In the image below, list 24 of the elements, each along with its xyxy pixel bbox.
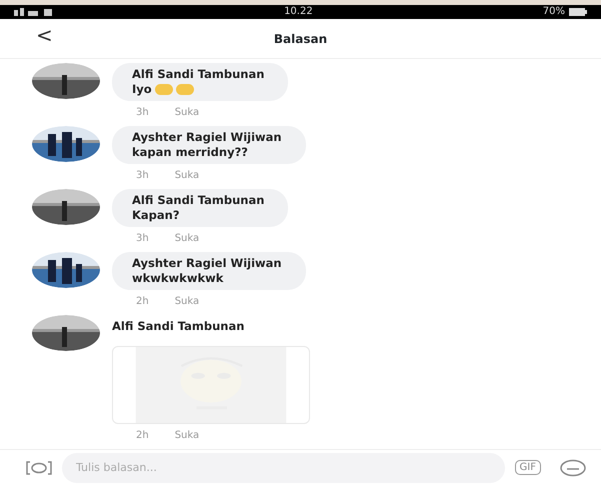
comment-time: 3h (136, 106, 149, 120)
comment-text: wkwkwkwkwk (132, 271, 224, 285)
emoji-icon[interactable] (559, 458, 587, 476)
signal-icon (14, 5, 54, 19)
author-name[interactable]: Alfi Sandi Tambunan (132, 193, 264, 208)
author-name[interactable]: Alfi Sandi Tambunan (112, 315, 310, 338)
comment-time: 2h (136, 429, 149, 443)
camera-icon[interactable] (26, 458, 52, 476)
comment-time: 3h (136, 169, 149, 183)
comment-time: 2h (136, 295, 149, 309)
comment-text: kapan merridny?? (132, 145, 248, 159)
comment-time: 3h (136, 232, 149, 246)
comment-text: Iyo (132, 82, 152, 96)
author-name[interactable]: Alfi Sandi Tambunan (132, 67, 264, 82)
author-name[interactable]: Ayshter Ragiel Wijiwan (132, 256, 282, 271)
clock: 10.22 (284, 5, 313, 19)
back-button[interactable]: < (36, 25, 53, 45)
gif-button[interactable]: GIF (514, 460, 541, 475)
battery-icon (569, 8, 587, 16)
page-title: Balasan (274, 30, 328, 48)
battery-percentage: 70% (542, 5, 565, 19)
comment-text: Kapan? (132, 208, 180, 222)
author-name[interactable]: Ayshter Ragiel Wijiwan (132, 130, 282, 145)
reply-input[interactable]: Tulis balasan... (62, 452, 505, 482)
